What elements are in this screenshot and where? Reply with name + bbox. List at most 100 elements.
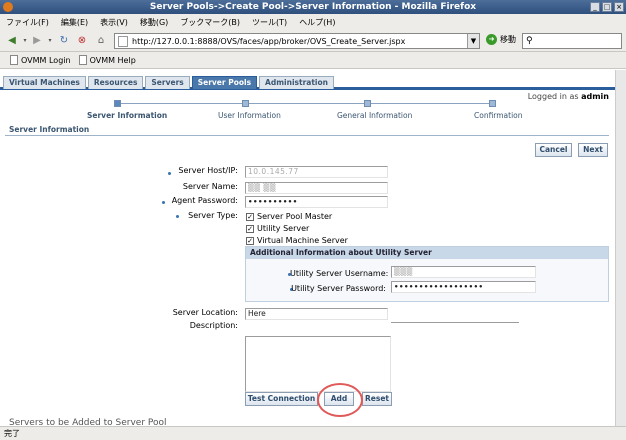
maximize-icon[interactable]: □ — [602, 2, 612, 12]
add-button-highlight-circle — [317, 383, 363, 417]
train-step-marker-4 — [489, 100, 496, 107]
logged-in-prefix: Logged in as — [527, 92, 579, 101]
description-label: Description: — [189, 321, 238, 330]
menu-bookmarks[interactable]: ブックマーク(B) — [180, 17, 240, 28]
description-textarea[interactable] — [245, 336, 391, 392]
home-icon[interactable]: ⌂ — [95, 35, 107, 47]
utility-password-input[interactable]: •••••••••••••••••• — [391, 281, 536, 293]
go-arrow-icon: ➜ — [486, 34, 497, 45]
menu-help[interactable]: ヘルプ(H) — [299, 17, 335, 28]
checkbox-checked-icon[interactable]: ✓ — [246, 236, 254, 245]
server-type-label: Server Type: — [188, 211, 238, 220]
checkbox-server-pool-master[interactable]: ✓ Server Pool Master — [246, 212, 332, 221]
train-step-user-information[interactable]: User Information — [218, 111, 281, 120]
utility-username-label: Utility Server Username: — [290, 269, 389, 278]
status-text: 完了 — [4, 429, 20, 438]
bookmark-label: OVMM Help — [89, 55, 136, 65]
host-input[interactable]: 10.0.145.77 — [245, 166, 388, 178]
next-button[interactable]: Next — [578, 143, 608, 157]
server-name-value: ▒▒ ▒▒ — [248, 183, 276, 192]
url-bar[interactable]: http://127.0.0.1:8888/OVS/faces/app/brok… — [114, 33, 480, 49]
magnifier-icon: ⚲ — [526, 36, 533, 46]
checkbox-label: Virtual Machine Server — [257, 236, 348, 245]
menubar: ファイル(F) 編集(E) 表示(V) 移動(G) ブックマーク(B) ツール(… — [0, 14, 626, 30]
go-label: 移動 — [500, 35, 516, 44]
back-dropdown-icon[interactable]: ▾ — [19, 35, 31, 47]
page-icon — [118, 35, 128, 47]
checkbox-checked-icon[interactable]: ✓ — [246, 224, 254, 233]
host-value: 10.0.145.77 — [248, 167, 299, 176]
bookmark-ovmm-help[interactable]: OVMM Help — [78, 55, 136, 65]
train-step-marker-3 — [364, 100, 371, 107]
host-label: Server Host/IP: — [178, 166, 238, 175]
menu-edit[interactable]: 編集(E) — [61, 17, 88, 28]
logged-in-status: Logged in as admin — [528, 92, 609, 101]
back-icon[interactable]: ◀ — [6, 35, 18, 47]
description-divider — [391, 322, 519, 323]
agent-password-value: •••••••••• — [248, 198, 298, 206]
search-input[interactable]: ⚲ — [522, 33, 622, 49]
utility-password-label: Utility Server Password: — [291, 284, 386, 293]
page-content: Virtual Machines Resources Servers Serve… — [0, 70, 626, 426]
url-text: http://127.0.0.1:8888/OVS/faces/app/brok… — [132, 36, 406, 46]
additional-info-title: Additional Information about Utility Ser… — [246, 247, 608, 259]
test-connection-button[interactable]: Test Connection — [245, 392, 318, 406]
menu-go[interactable]: 移動(G) — [140, 17, 168, 28]
train-step-confirmation[interactable]: Confirmation — [474, 111, 523, 120]
main-tabs: Virtual Machines Resources Servers Serve… — [0, 76, 615, 90]
page-icon — [78, 55, 87, 65]
stop-icon[interactable]: ⊗ — [76, 35, 88, 47]
location-label: Server Location: — [172, 308, 238, 317]
page-scrollbar[interactable] — [615, 70, 626, 426]
section-title: Server Information — [9, 125, 90, 134]
reload-icon[interactable]: ↻ — [58, 35, 70, 47]
menu-view[interactable]: 表示(V) — [100, 17, 128, 28]
utility-username-input[interactable]: ▒▒▒ — [391, 266, 536, 278]
server-name-input[interactable]: ▒▒ ▒▒ — [245, 182, 388, 194]
checkbox-label: Server Pool Master — [257, 212, 333, 221]
url-dropdown-icon[interactable]: ▼ — [467, 34, 479, 48]
checkbox-utility-server[interactable]: ✓ Utility Server — [246, 224, 309, 233]
firefox-icon — [3, 2, 13, 12]
checkbox-checked-icon[interactable]: ✓ — [246, 212, 254, 221]
window-controls: _ □ × — [590, 2, 624, 12]
go-button[interactable]: ➜ 移動 — [486, 34, 516, 45]
train-step-general-information[interactable]: General Information — [337, 111, 412, 120]
utility-password-value: •••••••••••••••••• — [394, 283, 484, 291]
window-title: Server Pools->Create Pool->Server Inform… — [149, 2, 477, 12]
forward-dropdown-icon[interactable]: ▾ — [44, 35, 56, 47]
menu-tools[interactable]: ツール(T) — [252, 17, 287, 28]
servers-to-add-heading: Servers to be Added to Server Pool — [9, 418, 167, 426]
agent-password-label: Agent Password: — [171, 196, 238, 205]
tab-servers[interactable]: Servers — [145, 76, 190, 89]
agent-password-input[interactable]: •••••••••• — [245, 196, 388, 208]
bookmarks-toolbar: OVMM Login OVMM Help — [0, 52, 626, 69]
navigation-toolbar: ◀ ▾ ▶ ▾ ↻ ⊗ ⌂ http://127.0.0.1:8888/OVS/… — [0, 30, 626, 52]
tab-resources[interactable]: Resources — [87, 76, 144, 89]
utility-username-value: ▒▒▒ — [394, 267, 413, 276]
checkbox-virtual-machine-server[interactable]: ✓ Virtual Machine Server — [246, 236, 348, 245]
server-name-label: Server Name: — [182, 182, 238, 191]
train-step-marker-2 — [242, 100, 249, 107]
bookmark-label: OVMM Login — [21, 55, 71, 65]
train-line — [117, 103, 492, 104]
section-divider — [5, 135, 609, 136]
close-icon[interactable]: × — [614, 2, 624, 12]
tab-server-pools[interactable]: Server Pools — [191, 76, 258, 89]
menu-file[interactable]: ファイル(F) — [6, 17, 49, 28]
cancel-button[interactable]: Cancel — [535, 143, 572, 157]
train-step-marker-1 — [114, 100, 121, 107]
forward-icon[interactable]: ▶ — [31, 35, 43, 47]
reset-button[interactable]: Reset — [362, 392, 392, 406]
tab-virtual-machines[interactable]: Virtual Machines — [3, 76, 86, 89]
window-titlebar: Server Pools->Create Pool->Server Inform… — [0, 0, 626, 14]
location-value: Here — [248, 309, 266, 318]
tab-administration[interactable]: Administration — [259, 76, 334, 89]
minimize-icon[interactable]: _ — [590, 2, 600, 12]
location-input[interactable]: Here — [245, 308, 388, 320]
bookmark-ovmm-login[interactable]: OVMM Login — [10, 55, 71, 65]
logged-in-user: admin — [581, 92, 609, 101]
checkbox-label: Utility Server — [257, 224, 310, 233]
statusbar: 完了 — [0, 426, 626, 440]
page-icon — [10, 55, 18, 65]
